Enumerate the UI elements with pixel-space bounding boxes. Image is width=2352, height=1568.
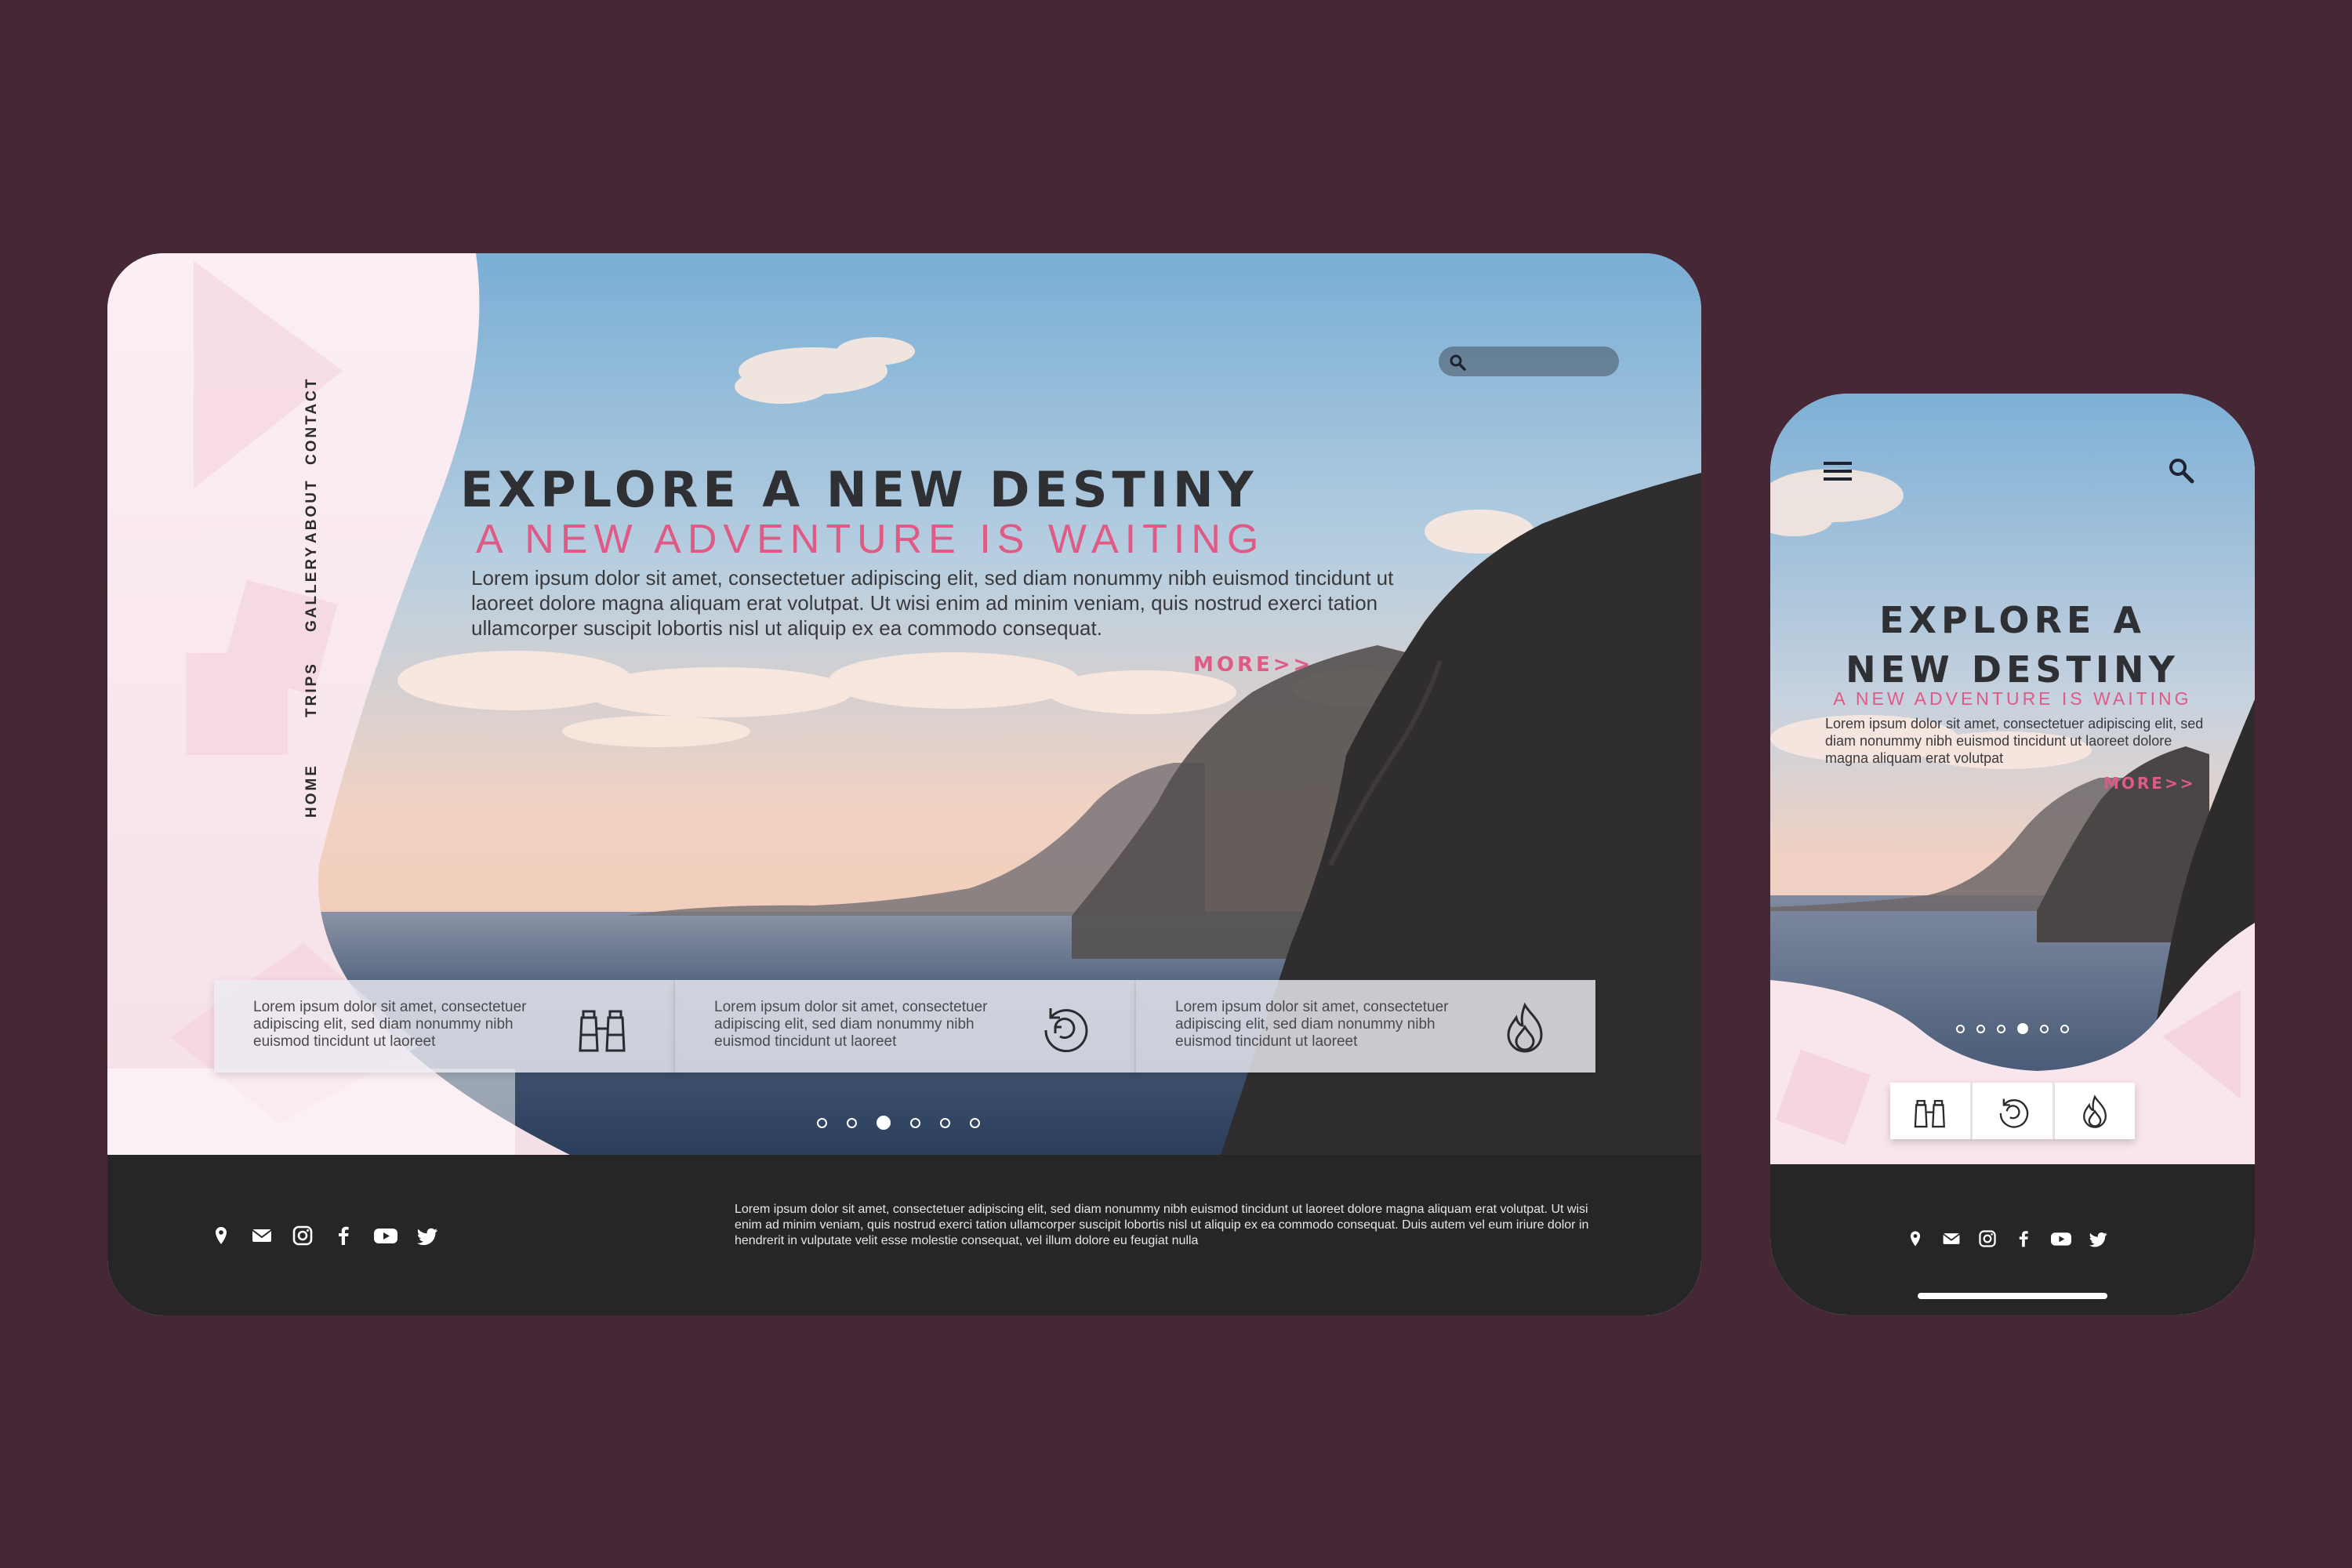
binoculars-icon (579, 1010, 626, 1052)
refresh-icon (1044, 1008, 1088, 1053)
feature-card-text: Lorem ipsum dolor sit amet, consectetuer… (253, 999, 527, 1050)
home-indicator-bar[interactable] (1918, 1293, 2107, 1299)
carousel-dot-active[interactable] (2017, 1023, 2028, 1034)
desktop-footer: Lorem ipsum dolor sit amet, consectetuer… (107, 1155, 1701, 1316)
feature-cards: Lorem ipsum dolor sit amet, consectetuer… (214, 980, 1595, 1073)
nav-item-gallery[interactable]: GALLERY (303, 545, 321, 632)
desktop-hero: HOME TRIPS GALLERY ABOUT CONTACT EXPLORE… (107, 253, 1701, 1155)
mail-icon[interactable] (250, 1224, 274, 1247)
mobile-hero-body-text: Lorem ipsum dolor sit amet, consectetuer… (1825, 716, 2204, 766)
instagram-icon[interactable] (1977, 1229, 1998, 1249)
more-link[interactable]: MORE>> (1193, 653, 1313, 677)
nav-item-home[interactable]: HOME (303, 764, 321, 818)
youtube-icon[interactable] (372, 1224, 399, 1247)
footer-text: Lorem ipsum dolor sit amet, consectetuer… (735, 1203, 1589, 1247)
carousel-dot-active[interactable] (877, 1116, 891, 1130)
hamburger-menu-icon[interactable] (1824, 460, 1852, 482)
carousel-dot[interactable] (2040, 1024, 2049, 1033)
desktop-mockup: HOME TRIPS GALLERY ABOUT CONTACT EXPLORE… (107, 253, 1701, 1316)
instagram-icon[interactable] (291, 1224, 314, 1247)
nav-item-contact[interactable]: CONTACT (303, 377, 321, 465)
search-icon[interactable] (1448, 353, 1467, 372)
mobile-hero-subtitle: A NEW ADVENTURE IS WAITING (1833, 688, 2192, 709)
twitter-icon[interactable] (2089, 1229, 2109, 1249)
carousel-dot[interactable] (817, 1117, 827, 1128)
facebook-icon[interactable] (2013, 1229, 2034, 1249)
fire-icon (1507, 1002, 1543, 1053)
search-bar[interactable] (1439, 347, 1619, 376)
hero-title: EXPLORE A NEW DESTINY (460, 461, 1258, 518)
carousel-dot[interactable] (2060, 1024, 2069, 1033)
search-icon[interactable] (2167, 456, 2195, 485)
hero-subtitle: A NEW ADVENTURE IS WAITING (476, 517, 1265, 562)
feature-card[interactable]: Lorem ipsum dolor sit amet, consectetuer… (1136, 980, 1595, 1073)
carousel-dot[interactable] (1956, 1024, 1965, 1033)
nav-item-trips[interactable]: TRIPS (303, 662, 321, 717)
mobile-hero: EXPLORE A NEW DESTINY A NEW ADVENTURE IS… (1770, 394, 2255, 1164)
carousel-dot[interactable] (847, 1117, 857, 1128)
carousel-dot[interactable] (970, 1117, 980, 1128)
location-icon[interactable] (209, 1224, 233, 1247)
mail-icon[interactable] (1941, 1229, 1962, 1249)
youtube-icon[interactable] (2049, 1229, 2073, 1249)
feature-card-text: Lorem ipsum dolor sit amet, consectetuer… (1175, 999, 1449, 1050)
mobile-social-links (1905, 1229, 2109, 1249)
fire-icon (2083, 1094, 2107, 1128)
social-links (209, 1224, 457, 1247)
mobile-more-link[interactable]: MORE>> (2103, 774, 2195, 793)
mobile-feature-cards (1890, 1083, 2135, 1139)
carousel-dot[interactable] (1976, 1024, 1985, 1033)
carousel-dot[interactable] (940, 1117, 950, 1128)
carousel-dot[interactable] (1997, 1024, 2005, 1033)
location-icon[interactable] (1905, 1229, 1926, 1249)
binoculars-icon (1914, 1100, 1945, 1128)
mobile-title-line2: NEW DESTINY (1846, 648, 2180, 691)
mobile-mockup: EXPLORE A NEW DESTINY A NEW ADVENTURE IS… (1770, 394, 2255, 1315)
mobile-feature-card[interactable] (1890, 1083, 1973, 1139)
facebook-icon[interactable] (332, 1224, 355, 1247)
carousel-indicators (817, 1116, 980, 1130)
carousel-dot[interactable] (910, 1117, 920, 1128)
mobile-carousel-indicators (1956, 1023, 2069, 1034)
mobile-title-line1: EXPLORE A (1879, 599, 2146, 641)
feature-card[interactable]: Lorem ipsum dolor sit amet, consectetuer… (675, 980, 1136, 1073)
mobile-feature-card[interactable] (1973, 1083, 2055, 1139)
mobile-feature-card[interactable] (2055, 1083, 2135, 1139)
feature-card[interactable]: Lorem ipsum dolor sit amet, consectetuer… (214, 980, 675, 1073)
feature-card-text: Lorem ipsum dolor sit amet, consectetuer… (714, 999, 988, 1050)
twitter-icon[interactable] (416, 1224, 440, 1247)
refresh-icon (1999, 1098, 2029, 1128)
hero-body-text: Lorem ipsum dolor sit amet, consectetuer… (471, 566, 1394, 640)
mobile-hero-title: EXPLORE A NEW DESTINY (1770, 596, 2255, 695)
nav-item-about[interactable]: ABOUT (303, 478, 321, 543)
